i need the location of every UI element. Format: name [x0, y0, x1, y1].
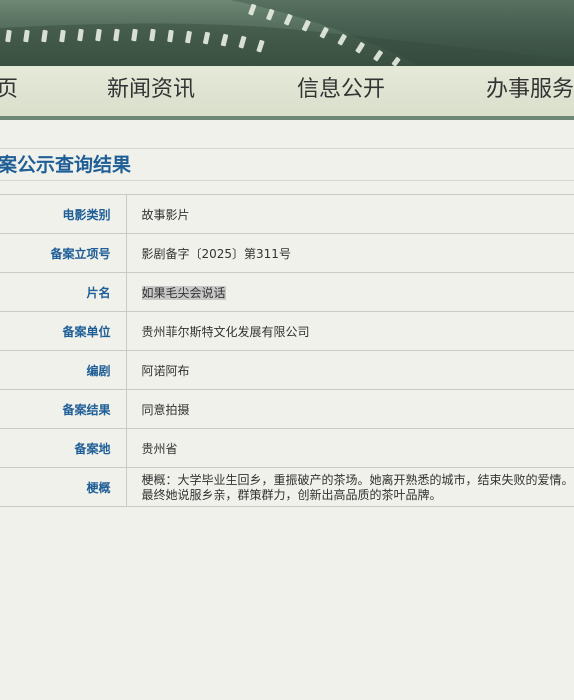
- divider: [0, 148, 574, 149]
- nav-item-home[interactable]: 页: [0, 66, 18, 116]
- nav-item-news[interactable]: 新闻资讯: [107, 66, 195, 116]
- row-label-filing-unit: 备案单位: [0, 311, 127, 351]
- row-value-synopsis: 梗概：大学毕业生回乡，重振破产的茶场。她离开熟悉的城市，结束失败的爱情。最终她说…: [126, 467, 574, 507]
- nav-item-services[interactable]: 办事服务: [486, 66, 574, 116]
- table-row: 电影类别 故事影片: [0, 194, 574, 234]
- divider: [0, 180, 574, 181]
- main-content: 案公示查询结果 电影类别 故事影片 备案立项号 影剧备字〔2025〕第311号 …: [0, 120, 574, 700]
- row-value-filing-location: 贵州省: [126, 428, 574, 468]
- table-row: 备案地 贵州省: [0, 428, 574, 468]
- row-label-film-category: 电影类别: [0, 194, 127, 234]
- row-label-filing-number: 备案立项号: [0, 233, 127, 273]
- row-value-film-title: 如果毛尖会说话: [126, 272, 574, 312]
- row-label-screenwriter: 编剧: [0, 350, 127, 390]
- row-value-filing-result: 同意拍摄: [126, 389, 574, 429]
- row-label-filing-location: 备案地: [0, 428, 127, 468]
- table-row: 梗概 梗概：大学毕业生回乡，重振破产的茶场。她离开熟悉的城市，结束失败的爱情。最…: [0, 467, 574, 507]
- header-banner: [0, 0, 574, 66]
- main-nav: 页 新闻资讯 信息公开 办事服务: [0, 66, 574, 120]
- row-value-filing-unit: 贵州菲尔斯特文化发展有限公司: [126, 311, 574, 351]
- table-row: 备案单位 贵州菲尔斯特文化发展有限公司: [0, 311, 574, 351]
- record-table: 电影类别 故事影片 备案立项号 影剧备字〔2025〕第311号 片名 如果毛尖会…: [0, 194, 574, 507]
- table-row: 备案立项号 影剧备字〔2025〕第311号: [0, 233, 574, 273]
- table-row: 备案结果 同意拍摄: [0, 389, 574, 429]
- row-label-film-title: 片名: [0, 272, 127, 312]
- table-row: 编剧 阿诺阿布: [0, 350, 574, 390]
- row-value-film-category: 故事影片: [126, 194, 574, 234]
- page-title: 案公示查询结果: [0, 154, 132, 176]
- nav-item-info-disclosure[interactable]: 信息公开: [297, 66, 385, 116]
- row-label-filing-result: 备案结果: [0, 389, 127, 429]
- row-value-screenwriter: 阿诺阿布: [126, 350, 574, 390]
- film-strip-decoration: [0, 0, 574, 66]
- selected-text-highlight: 如果毛尖会说话: [141, 285, 226, 300]
- row-value-filing-number: 影剧备字〔2025〕第311号: [126, 233, 574, 273]
- row-label-synopsis: 梗概: [0, 467, 127, 507]
- table-row: 片名 如果毛尖会说话: [0, 272, 574, 312]
